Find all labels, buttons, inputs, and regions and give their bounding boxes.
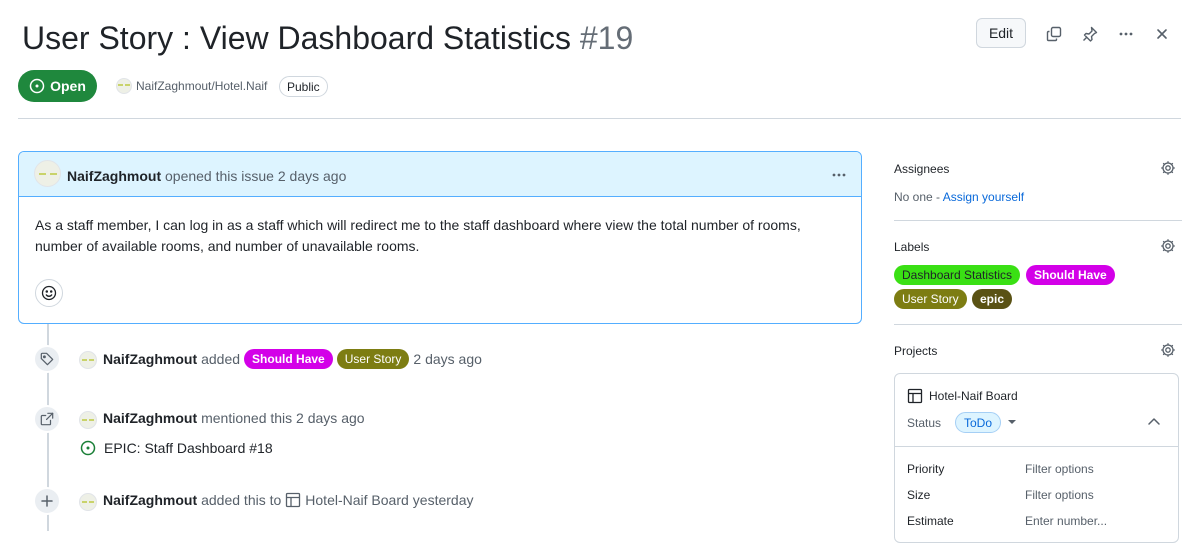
assignees-gear-icon[interactable] bbox=[1160, 160, 1178, 178]
projects-gear-icon[interactable] bbox=[1160, 342, 1178, 360]
pin-icon[interactable] bbox=[1078, 22, 1102, 46]
header-divider bbox=[18, 118, 1181, 119]
timeline-event-project: NaifZaghmout added this to Hotel-Naif Bo… bbox=[103, 492, 473, 508]
issue-title: User Story : View Dashboard Statistics #… bbox=[22, 18, 633, 58]
field-size-value[interactable]: Filter options bbox=[1025, 488, 1094, 502]
avatar[interactable] bbox=[34, 160, 61, 187]
timeline-event-labeled: NaifZaghmout added Should Have User Stor… bbox=[103, 349, 482, 369]
repo-avatar bbox=[116, 78, 132, 94]
event-action: added this to bbox=[201, 492, 282, 508]
label-should-have[interactable]: Should Have bbox=[1026, 265, 1115, 285]
status-badge-label: Open bbox=[50, 78, 86, 94]
label-should-have[interactable]: Should Have bbox=[244, 349, 333, 369]
label-epic[interactable]: epic bbox=[972, 289, 1013, 309]
project-name[interactable]: Hotel-Naif Board bbox=[907, 388, 1018, 404]
label-dashboard-statistics[interactable]: Dashboard Statistics bbox=[894, 265, 1021, 285]
comment-body: As a staff member, I can log in as a sta… bbox=[35, 217, 801, 254]
event-author[interactable]: NaifZaghmout bbox=[103, 351, 197, 367]
labels-title: Labels bbox=[894, 240, 930, 254]
issue-title-text: User Story : View Dashboard Statistics bbox=[22, 20, 571, 56]
project-table-icon bbox=[286, 492, 301, 508]
assignees-none: No one - bbox=[894, 190, 941, 204]
project-card: Hotel-Naif Board Status ToDo Priority Fi… bbox=[894, 373, 1179, 543]
referenced-issue-title[interactable]: EPIC: Staff Dashboard #18 bbox=[104, 440, 273, 456]
project-status-value[interactable]: ToDo bbox=[955, 412, 1002, 433]
field-size-label: Size bbox=[907, 488, 931, 502]
projects-title: Projects bbox=[894, 344, 938, 358]
add-reaction-icon[interactable] bbox=[35, 279, 63, 307]
repo-link[interactable]: NaifZaghmout/Hotel.Naif bbox=[136, 79, 267, 93]
visibility-badge: Public bbox=[279, 76, 328, 97]
label-user-story[interactable]: User Story bbox=[894, 289, 967, 309]
project-name-text[interactable]: Hotel-Naif Board bbox=[929, 389, 1018, 403]
comment-more-icon[interactable] bbox=[827, 163, 851, 187]
event-action: added bbox=[201, 351, 241, 367]
sidebar-divider bbox=[894, 220, 1182, 221]
cross-reference-icon bbox=[33, 405, 61, 433]
plus-icon bbox=[33, 487, 61, 515]
issue-open-icon bbox=[29, 78, 45, 94]
copy-link-icon[interactable] bbox=[1042, 22, 1066, 46]
issue-number: #19 bbox=[579, 20, 634, 56]
status-badge: Open bbox=[18, 70, 97, 102]
event-time[interactable]: yesterday bbox=[413, 492, 474, 508]
collapse-chevron-icon[interactable] bbox=[1147, 416, 1161, 426]
project-fields-divider bbox=[895, 446, 1178, 447]
event-author[interactable]: NaifZaghmout bbox=[103, 492, 197, 508]
sidebar-divider bbox=[894, 324, 1182, 325]
avatar[interactable] bbox=[79, 351, 97, 369]
field-estimate-label: Estimate bbox=[907, 514, 954, 528]
event-action: mentioned this 2 days ago bbox=[201, 410, 365, 426]
issue-open-icon bbox=[80, 440, 96, 456]
field-priority-label: Priority bbox=[907, 462, 945, 476]
event-time[interactable]: 2 days ago bbox=[413, 351, 482, 367]
assign-yourself-link[interactable]: Assign yourself bbox=[943, 190, 1024, 204]
comment-author-line: NaifZaghmout opened this issue 2 days ag… bbox=[67, 168, 346, 184]
avatar[interactable] bbox=[79, 411, 97, 429]
avatar[interactable] bbox=[79, 493, 97, 511]
labels-gear-icon[interactable] bbox=[1160, 238, 1178, 256]
project-status-label: Status bbox=[907, 416, 942, 430]
timeline-event-mentioned: NaifZaghmout mentioned this 2 days ago bbox=[103, 410, 365, 426]
project-table-icon bbox=[907, 388, 923, 404]
field-priority-value[interactable]: Filter options bbox=[1025, 462, 1094, 476]
assignees-title: Assignees bbox=[894, 162, 950, 176]
comment-action: opened this issue 2 days ago bbox=[165, 168, 347, 184]
referenced-issue[interactable]: EPIC: Staff Dashboard #18 bbox=[80, 440, 273, 456]
status-dropdown-icon[interactable] bbox=[1007, 418, 1017, 426]
label-user-story[interactable]: User Story bbox=[336, 349, 410, 369]
event-project-link[interactable]: Hotel-Naif Board bbox=[305, 492, 409, 508]
more-options-icon[interactable] bbox=[1114, 22, 1138, 46]
tag-icon bbox=[33, 345, 61, 373]
issue-comment: NaifZaghmout opened this issue 2 days ag… bbox=[18, 151, 862, 324]
edit-button[interactable]: Edit bbox=[976, 18, 1026, 48]
field-estimate-input[interactable]: Enter number... bbox=[1025, 514, 1107, 528]
event-author[interactable]: NaifZaghmout bbox=[103, 410, 197, 426]
close-icon[interactable] bbox=[1150, 22, 1174, 46]
comment-header: NaifZaghmout opened this issue 2 days ag… bbox=[19, 152, 861, 197]
assignees-value: No one - Assign yourself bbox=[894, 190, 1024, 204]
comment-author[interactable]: NaifZaghmout bbox=[67, 168, 161, 184]
